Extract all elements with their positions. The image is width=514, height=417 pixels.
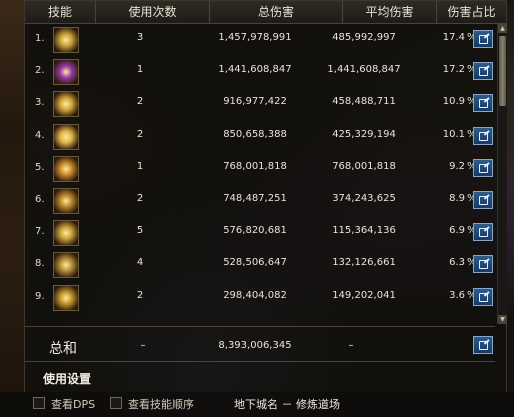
row-index: 9.: [35, 290, 45, 302]
header-average-damage: 平均伤害: [343, 1, 437, 23]
row-average-damage: 1,441,608,847: [327, 64, 401, 76]
table-row: 3. 2 916,977,422 458,488,711 10.9%: [25, 88, 495, 120]
bottom-bar: 查看DPS 查看技能顺序 地下城名 － 修炼道场: [0, 392, 514, 417]
table-row: 5. 1 768,001,818 768,001,818 9.2%: [25, 153, 495, 185]
row-average-damage: 458,488,711: [332, 96, 396, 108]
total-label: 总和: [49, 341, 77, 357]
row-share-button[interactable]: [473, 255, 493, 274]
header-skill: 技能: [25, 1, 96, 23]
header-uses: 使用次数: [96, 1, 210, 23]
scroll-up-arrow[interactable]: ▲: [498, 24, 507, 33]
row-damage-share: 8.9: [449, 192, 465, 204]
row-total-damage: 916,977,422: [223, 96, 287, 108]
row-share-button[interactable]: [473, 158, 493, 177]
header-damage-share: 伤害占比: [447, 5, 496, 19]
row-damage-share: 10.1: [442, 128, 465, 140]
row-index: 2.: [35, 65, 45, 77]
golden-swirl-icon: [53, 284, 79, 311]
table-row: 8. 4 528,506,647 132,126,661 6.3%: [25, 249, 495, 281]
row-total-damage: 576,820,681: [223, 225, 287, 237]
total-average: –: [348, 340, 354, 351]
show-dps-checkbox[interactable]: [33, 397, 45, 409]
table-row: 9. 2 298,404,082 149,202,041 3.6%: [25, 282, 495, 314]
row-average-damage: 374,243,625: [332, 192, 396, 204]
row-index: 8.: [35, 258, 45, 270]
golden-flower-icon: [53, 123, 79, 150]
row-total-damage: 1,441,608,847: [218, 64, 292, 76]
golden-strike-icon: [53, 220, 79, 247]
row-average-damage: 132,126,661: [332, 257, 396, 269]
row-damage-share: 3.6: [449, 289, 465, 301]
row-uses: 2: [136, 289, 144, 301]
golden-claws-icon: [53, 187, 79, 214]
golden-dash-icon: [53, 252, 79, 279]
row-uses: 1: [136, 160, 144, 172]
row-share-button[interactable]: [473, 126, 493, 145]
row-index: 4.: [35, 129, 45, 141]
row-damage-share: 6.9: [449, 225, 465, 237]
row-uses: 5: [136, 225, 144, 237]
row-damage-share: 6.3: [449, 257, 465, 269]
row-damage-share: 17.2: [442, 64, 465, 76]
show-skill-order-checkbox[interactable]: [110, 397, 122, 409]
row-damage-share: 9.2: [449, 160, 465, 172]
table-row: 4. 2 850,658,388 425,329,194 10.1%: [25, 121, 495, 153]
show-skill-order-label: 查看技能顺序: [128, 398, 194, 411]
total-uses: –: [140, 340, 146, 351]
row-share-button[interactable]: [473, 190, 493, 209]
skill-damage-panel: 技能 使用次数 总伤害 平均伤害 伤害占比 1. 3 1,457,978,991 48…: [24, 0, 507, 394]
row-total-damage: 528,506,647: [223, 257, 287, 269]
row-index: 3.: [35, 97, 45, 109]
row-uses: 3: [136, 32, 144, 43]
row-uses: 1: [136, 64, 144, 76]
row-total-damage: 1,457,978,991: [218, 32, 292, 43]
show-dps-label: 查看DPS: [51, 398, 96, 411]
settings-label: 使用设置: [43, 372, 92, 386]
row-total-damage: 768,001,818: [223, 160, 287, 172]
row-average-damage: 485,992,997: [332, 32, 396, 43]
row-share-button[interactable]: [473, 223, 493, 242]
row-index: 7.: [35, 226, 45, 238]
table-row: 1. 3 1,457,978,991 485,992,997 17.4%: [25, 24, 495, 56]
table-row: 6. 2 748,487,251 374,243,625 8.9%: [25, 185, 495, 217]
row-index: 1.: [35, 33, 45, 44]
row-index: 6.: [35, 193, 45, 205]
dungeon-name: 地下城名 － 修炼道场: [234, 398, 340, 411]
total-share-button[interactable]: [473, 336, 493, 354]
row-average-damage: 425,329,194: [332, 128, 396, 140]
row-damage-share: 17.4: [442, 32, 465, 43]
row-average-damage: 768,001,818: [332, 160, 396, 172]
golden-crown-icon: [53, 27, 79, 53]
row-uses: 4: [136, 257, 144, 269]
table-header: 技能 使用次数 总伤害 平均伤害 伤害占比: [25, 1, 506, 24]
row-uses: 2: [136, 192, 144, 204]
settings-divider: [25, 361, 495, 362]
scrollbar[interactable]: ▲ ▼: [497, 24, 507, 324]
skill-rows: 1. 3 1,457,978,991 485,992,997 17.4% 2. 1 1,441…: [25, 24, 495, 314]
scroll-down-arrow[interactable]: ▼: [498, 315, 507, 324]
total-divider: [25, 326, 495, 327]
row-share-button[interactable]: [473, 30, 493, 48]
row-share-button[interactable]: [473, 62, 493, 81]
row-average-damage: 149,202,041: [332, 289, 396, 301]
row-uses: 2: [136, 128, 144, 140]
row-total-damage: 748,487,251: [223, 192, 287, 204]
row-average-damage: 115,364,136: [332, 225, 396, 237]
scrollbar-thumb[interactable]: [499, 36, 506, 106]
table-row: 2. 1 1,441,608,847 1,441,608,847 17.2%: [25, 56, 495, 88]
table-row: 7. 5 576,820,681 115,364,136 6.9%: [25, 217, 495, 249]
row-share-button[interactable]: [473, 94, 493, 113]
total-damage: 8,393,006,345: [218, 340, 292, 351]
header-total-damage: 总伤害: [210, 1, 343, 23]
row-total-damage: 298,404,082: [223, 289, 287, 301]
golden-slash-icon: [53, 91, 79, 118]
row-index: 5.: [35, 161, 45, 173]
golden-sunburst-icon: [53, 155, 79, 182]
row-share-button[interactable]: [473, 287, 493, 306]
row-uses: 2: [136, 96, 144, 108]
purple-burst-icon: [53, 59, 79, 86]
row-damage-share: 10.9: [442, 96, 465, 108]
row-total-damage: 850,658,388: [223, 128, 287, 140]
